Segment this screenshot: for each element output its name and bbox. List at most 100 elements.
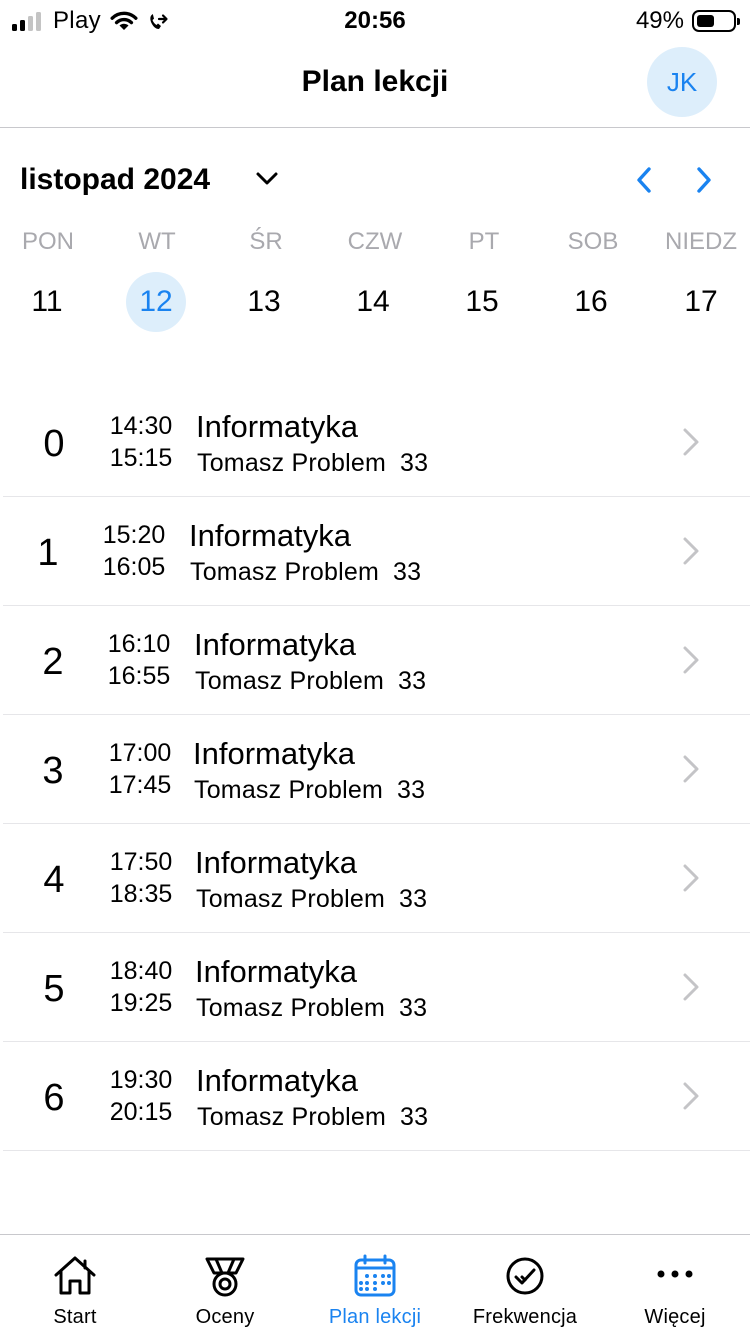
previous-week-button[interactable] <box>630 164 658 196</box>
tab-wiecej[interactable]: Więcej <box>600 1235 750 1334</box>
status-bar: Play 20:56 49% <box>0 0 750 40</box>
lesson-room: 33 <box>392 558 422 586</box>
lesson-start: 14:30 <box>109 412 173 440</box>
lesson-teacher: Tomasz Problem <box>197 449 386 477</box>
lesson-number: 0 <box>43 423 65 465</box>
lesson-row[interactable]: 6 19:30 20:15 Informatyka Tomasz Problem… <box>3 1042 750 1151</box>
lesson-start: 17:50 <box>109 848 173 876</box>
lesson-times: 17:50 18:35 <box>96 846 186 910</box>
lesson-times: 19:30 20:15 <box>96 1064 186 1128</box>
lesson-row[interactable]: 3 17:00 17:45 Informatyka Tomasz Problem… <box>3 715 750 824</box>
lesson-details: Tomasz Problem 33 <box>196 993 427 1023</box>
lesson-end: 15:15 <box>109 444 173 472</box>
lesson-subject: Informatyka <box>195 954 357 989</box>
lesson-details: Tomasz Problem 33 <box>196 884 427 914</box>
chevron-down-icon[interactable] <box>254 166 280 192</box>
lesson-start: 18:40 <box>109 957 173 985</box>
day-number: 12 <box>126 272 186 332</box>
day-16[interactable]: 16 <box>536 272 646 332</box>
lesson-times: 17:00 17:45 <box>95 737 185 801</box>
tab-label: Plan lekcji <box>328 1306 422 1328</box>
lesson-list: 0 14:30 15:15 Informatyka Tomasz Problem… <box>0 388 750 1151</box>
page-title: Plan lekcji <box>301 65 449 98</box>
lesson-room: 33 <box>398 885 428 913</box>
day-number: 13 <box>247 285 281 318</box>
home-icon <box>54 1256 96 1295</box>
month-label[interactable]: listopad 2024 <box>20 162 210 198</box>
lesson-teacher: Tomasz Problem <box>194 776 383 804</box>
lesson-start: 17:00 <box>108 739 172 767</box>
lesson-subject: Informatyka <box>189 518 351 553</box>
day-13[interactable]: 13 <box>209 272 319 332</box>
day-11[interactable]: 11 <box>0 272 102 332</box>
day-14[interactable]: 14 <box>318 272 428 332</box>
next-week-button[interactable] <box>690 164 718 196</box>
day-15[interactable]: 15 <box>427 272 537 332</box>
lesson-row[interactable]: 0 14:30 15:15 Informatyka Tomasz Problem… <box>3 388 750 497</box>
weekday-label: CZW <box>347 228 403 255</box>
chevron-right-icon <box>683 755 699 783</box>
lesson-end: 18:35 <box>109 880 173 908</box>
lesson-teacher: Tomasz Problem <box>190 558 379 586</box>
lesson-room: 33 <box>397 667 427 695</box>
battery-percentage: 49% <box>635 7 684 34</box>
lesson-end: 16:55 <box>107 662 171 690</box>
calendar-icon <box>354 1254 396 1297</box>
lesson-row[interactable]: 5 18:40 19:25 Informatyka Tomasz Problem… <box>3 933 750 1042</box>
tab-label: Więcej <box>644 1306 706 1328</box>
lesson-start: 19:30 <box>109 1066 173 1094</box>
lesson-start: 16:10 <box>107 630 171 658</box>
tab-label: Start <box>53 1306 97 1328</box>
lesson-number: 6 <box>43 1077 65 1119</box>
weekday-label: ŚR <box>249 228 283 255</box>
day-number: 14 <box>356 285 390 318</box>
tab-label: Oceny <box>195 1306 255 1328</box>
lesson-room: 33 <box>399 449 429 477</box>
lesson-teacher: Tomasz Problem <box>196 885 385 913</box>
lesson-room: 33 <box>399 1103 429 1131</box>
avatar[interactable]: JK <box>647 47 717 117</box>
tab-start[interactable]: Start <box>0 1235 150 1334</box>
lesson-times: 16:10 16:55 <box>94 628 184 692</box>
weekday-label: WT <box>138 228 176 255</box>
chevron-right-icon <box>683 864 699 892</box>
weekday-label: SOB <box>567 228 619 255</box>
month-selector: listopad 2024 <box>0 150 750 210</box>
weekday-label: PON <box>21 228 74 255</box>
lesson-start: 15:20 <box>102 521 166 549</box>
lesson-number: 1 <box>37 532 59 574</box>
weekday-label: PT <box>468 228 500 255</box>
day-12-selected[interactable]: 12 <box>101 272 211 332</box>
lesson-subject: Informatyka <box>196 1063 358 1098</box>
day-number: 16 <box>574 285 608 318</box>
tab-frekwencja[interactable]: Frekwencja <box>450 1235 600 1334</box>
lesson-subject: Informatyka <box>193 736 355 771</box>
lesson-room: 33 <box>398 994 428 1022</box>
chevron-right-icon <box>683 428 699 456</box>
status-bar-right: 49% <box>635 6 740 36</box>
tab-plan-lekcji[interactable]: Plan lekcji <box>300 1235 450 1334</box>
lesson-details: Tomasz Problem 33 <box>197 1102 428 1132</box>
lesson-end: 17:45 <box>108 771 172 799</box>
lesson-times: 14:30 15:15 <box>96 410 186 474</box>
lesson-subject: Informatyka <box>195 845 357 880</box>
checkmark-circle-icon <box>506 1257 544 1295</box>
lesson-row[interactable]: 1 15:20 16:05 Informatyka Tomasz Problem… <box>3 497 750 606</box>
day-number: 11 <box>31 285 63 318</box>
tab-bar: Start Oceny Plan lekcji Frekwencja Więce… <box>0 1234 750 1334</box>
day-17[interactable]: 17 <box>646 272 750 332</box>
lesson-teacher: Tomasz Problem <box>195 667 384 695</box>
lesson-end: 20:15 <box>109 1098 173 1126</box>
lesson-details: Tomasz Problem 33 <box>197 448 428 478</box>
lesson-details: Tomasz Problem 33 <box>190 557 421 587</box>
lesson-row[interactable]: 2 16:10 16:55 Informatyka Tomasz Problem… <box>3 606 750 715</box>
day-number: 15 <box>465 285 499 318</box>
tab-oceny[interactable]: Oceny <box>150 1235 300 1334</box>
lesson-room: 33 <box>396 776 426 804</box>
lesson-row[interactable]: 4 17:50 18:35 Informatyka Tomasz Problem… <box>3 824 750 933</box>
chevron-right-icon <box>683 537 699 565</box>
tab-label: Frekwencja <box>472 1306 578 1328</box>
lesson-end: 16:05 <box>102 553 166 581</box>
more-icon <box>657 1270 693 1278</box>
medal-icon <box>205 1257 245 1297</box>
